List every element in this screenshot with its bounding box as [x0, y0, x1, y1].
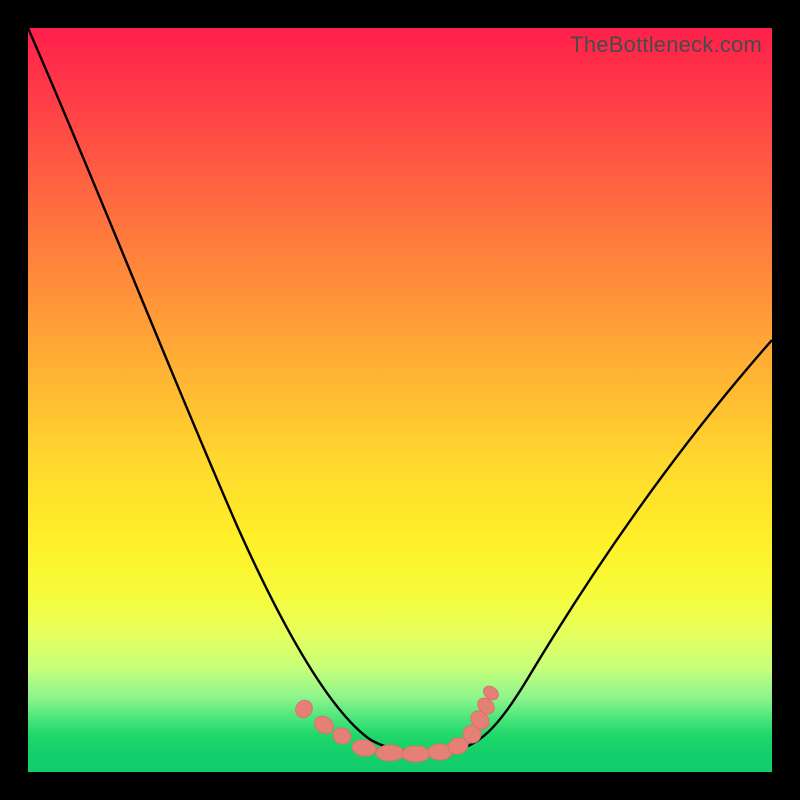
near-bottom-markers	[292, 683, 501, 762]
plot-area: TheBottleneck.com	[28, 28, 772, 772]
watermark-text: TheBottleneck.com	[570, 32, 762, 58]
chart-frame: TheBottleneck.com	[0, 0, 800, 800]
curve-layer	[28, 28, 772, 772]
bottleneck-curve	[28, 28, 772, 753]
